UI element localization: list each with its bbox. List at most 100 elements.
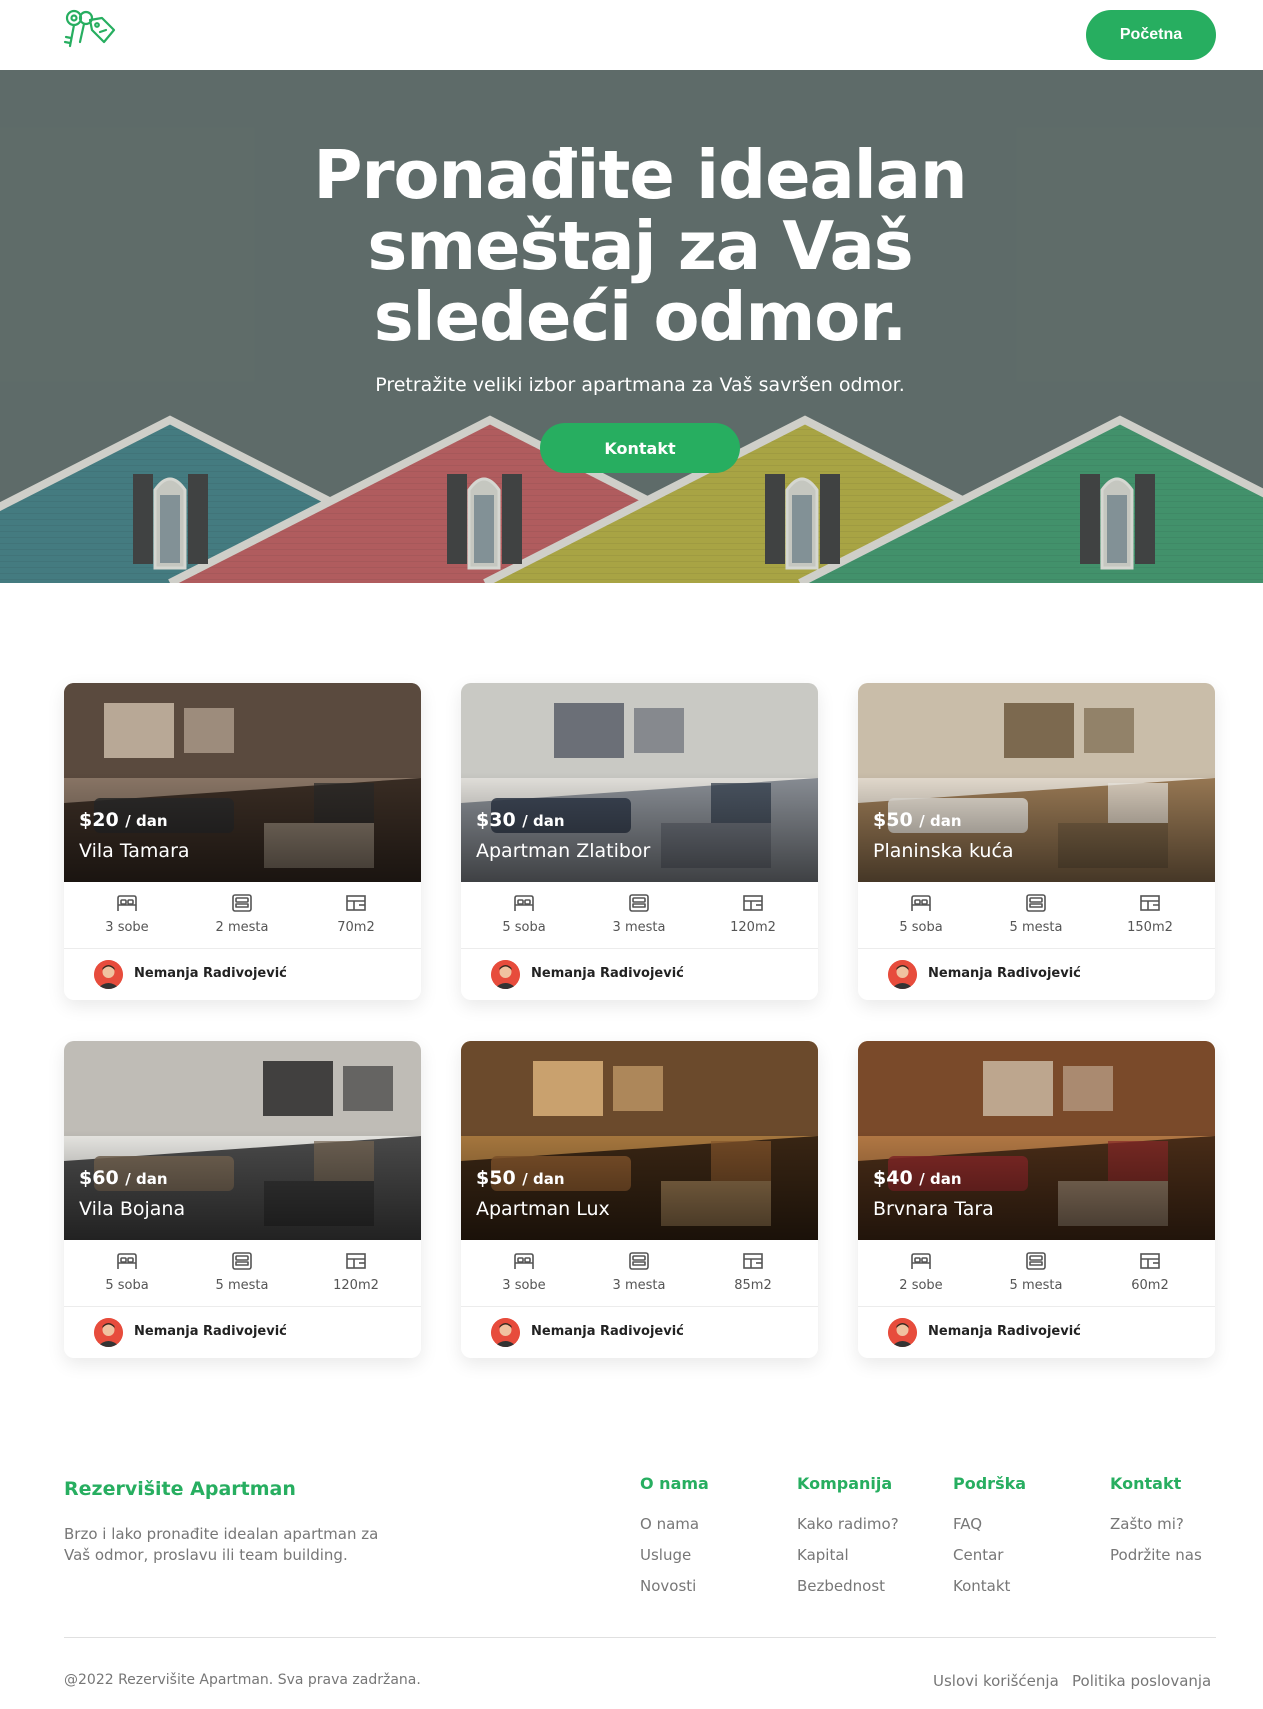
listing-price: $30 / dan <box>476 809 565 831</box>
area-feature: 60m2 <box>1100 1252 1200 1293</box>
listing-name[interactable]: Apartman Zlatibor <box>476 840 650 862</box>
owner-name[interactable]: Nemanja Radivojević <box>928 1324 1081 1339</box>
home-nav-button[interactable]: Početna <box>1086 10 1216 60</box>
footer-link[interactable]: Podržite nas <box>1110 1546 1260 1577</box>
area-feature: 85m2 <box>703 1252 803 1293</box>
floorplan-icon <box>306 1252 406 1270</box>
footer-link[interactable]: Kontakt <box>953 1577 1103 1608</box>
price-amount: $30 <box>476 809 516 831</box>
footer-link[interactable]: O nama <box>640 1515 790 1546</box>
owner-name[interactable]: Nemanja Radivojević <box>531 1324 684 1339</box>
footer-link[interactable]: Centar <box>953 1546 1103 1577</box>
footer-column-title: Podrška <box>953 1474 1027 1493</box>
listing-card[interactable]: $50 / dan Planinska kuća 5 soba 5 mesta 150m… <box>858 683 1215 1000</box>
guests-feature: 5 mesta <box>986 894 1086 935</box>
policy-link[interactable]: Politika poslovanja <box>1072 1672 1211 1690</box>
bed-icon <box>77 894 177 912</box>
listing-name[interactable]: Vila Bojana <box>79 1198 185 1220</box>
listing-price: $20 / dan <box>79 809 168 831</box>
footer-link[interactable]: FAQ <box>953 1515 1103 1546</box>
listing-owner[interactable]: Nemanja Radivojević <box>858 1307 1215 1358</box>
price-unit: / dan <box>919 812 962 830</box>
listing-price: $50 / dan <box>873 809 962 831</box>
price-unit: / dan <box>125 812 168 830</box>
listing-name[interactable]: Brvnara Tara <box>873 1198 994 1220</box>
footer-link[interactable]: Kapital <box>797 1546 947 1577</box>
footer-link[interactable]: Zašto mi? <box>1110 1515 1260 1546</box>
footer-column-title: Kontakt <box>1110 1474 1182 1493</box>
footer-brand[interactable]: Rezervišite Apartman <box>64 1478 296 1500</box>
rooms-count: 5 soba <box>502 920 546 935</box>
listing-owner[interactable]: Nemanja Radivojević <box>461 1307 818 1358</box>
avatar <box>94 960 123 989</box>
footer-column-title: Kompanija <box>797 1474 893 1493</box>
listing-owner[interactable]: Nemanja Radivojević <box>858 949 1215 1000</box>
guests-count: 2 mesta <box>215 920 269 935</box>
area-feature: 150m2 <box>1100 894 1200 935</box>
listing-card[interactable]: $30 / dan Apartman Zlatibor 5 soba 3 mesta 1… <box>461 683 818 1000</box>
guests-feature: 2 mesta <box>192 894 292 935</box>
listing-photo[interactable]: $40 / dan Brvnara Tara <box>858 1041 1215 1240</box>
listing-photo[interactable]: $50 / dan Planinska kuća <box>858 683 1215 882</box>
hero-title-line-2: smeštaj za Vaš <box>367 207 913 285</box>
listing-card[interactable]: $40 / dan Brvnara Tara 2 sobe 5 mesta 60m2 Ne… <box>858 1041 1215 1358</box>
listing-owner[interactable]: Nemanja Radivojević <box>64 949 421 1000</box>
owner-name[interactable]: Nemanja Radivojević <box>134 1324 287 1339</box>
rooms-count: 5 soba <box>105 1278 149 1293</box>
top-navbar: Početna <box>0 0 1263 70</box>
listing-owner[interactable]: Nemanja Radivojević <box>64 1307 421 1358</box>
guests-icon <box>986 1252 1086 1270</box>
area-size: 70m2 <box>337 920 375 935</box>
area-size: 85m2 <box>734 1278 772 1293</box>
guests-count: 5 mesta <box>1009 1278 1063 1293</box>
rooms-feature: 3 sobe <box>474 1252 574 1293</box>
listing-price: $40 / dan <box>873 1167 962 1189</box>
area-feature: 120m2 <box>306 1252 406 1293</box>
listing-features: 2 sobe 5 mesta 60m2 <box>858 1240 1215 1307</box>
floorplan-icon <box>1100 894 1200 912</box>
footer: Rezervišite Apartman Brzo i lako pronađi… <box>0 1440 1263 1709</box>
footer-column-title: O nama <box>640 1474 709 1493</box>
listing-card[interactable]: $60 / dan Vila Bojana 5 soba 5 mesta 120m2 Ne… <box>64 1041 421 1358</box>
listing-photo[interactable]: $20 / dan Vila Tamara <box>64 683 421 882</box>
listing-photo[interactable]: $30 / dan Apartman Zlatibor <box>461 683 818 882</box>
listing-features: 3 sobe 3 mesta 85m2 <box>461 1240 818 1307</box>
owner-name[interactable]: Nemanja Radivojević <box>928 966 1081 981</box>
avatar <box>491 960 520 989</box>
listing-card[interactable]: $20 / dan Vila Tamara 3 sobe 2 mesta 70m2 Nem… <box>64 683 421 1000</box>
owner-name[interactable]: Nemanja Radivojević <box>531 966 684 981</box>
footer-link[interactable]: Bezbednost <box>797 1577 947 1608</box>
listing-name[interactable]: Planinska kuća <box>873 840 1014 862</box>
listing-photo[interactable]: $50 / dan Apartman Lux <box>461 1041 818 1240</box>
contact-cta-button[interactable]: Kontakt <box>540 423 740 473</box>
listing-features: 5 soba 5 mesta 150m2 <box>858 882 1215 949</box>
hero-title: Pronađite idealan smeštaj za Vaš sledeći… <box>240 140 1040 353</box>
listing-features: 3 sobe 2 mesta 70m2 <box>64 882 421 949</box>
owner-name[interactable]: Nemanja Radivojević <box>134 966 287 981</box>
avatar <box>94 1318 123 1347</box>
price-unit: / dan <box>125 1170 168 1188</box>
price-unit: / dan <box>522 1170 565 1188</box>
bed-icon <box>871 894 971 912</box>
guests-count: 5 mesta <box>215 1278 269 1293</box>
keys-icon[interactable] <box>62 8 118 52</box>
area-size: 120m2 <box>333 1278 379 1293</box>
guests-icon <box>986 894 1086 912</box>
area-size: 60m2 <box>1131 1278 1169 1293</box>
rooms-feature: 5 soba <box>474 894 574 935</box>
hero-banner: Pronađite idealan smeštaj za Vaš sledeći… <box>0 70 1263 583</box>
footer-link[interactable]: Usluge <box>640 1546 790 1577</box>
listing-owner[interactable]: Nemanja Radivojević <box>461 949 818 1000</box>
guests-icon <box>192 894 292 912</box>
listing-card[interactable]: $50 / dan Apartman Lux 3 sobe 3 mesta 85m2 Ne… <box>461 1041 818 1358</box>
rooms-feature: 5 soba <box>871 894 971 935</box>
footer-link[interactable]: Novosti <box>640 1577 790 1608</box>
bed-icon <box>474 1252 574 1270</box>
listing-photo[interactable]: $60 / dan Vila Bojana <box>64 1041 421 1240</box>
listing-name[interactable]: Apartman Lux <box>476 1198 610 1220</box>
hero-subtitle: Pretražite veliki izbor apartmana za Vaš… <box>375 374 905 396</box>
terms-link[interactable]: Uslovi korišćenja <box>933 1672 1059 1690</box>
listing-name[interactable]: Vila Tamara <box>79 840 190 862</box>
footer-link[interactable]: Kako radimo? <box>797 1515 947 1546</box>
price-amount: $40 <box>873 1167 913 1189</box>
